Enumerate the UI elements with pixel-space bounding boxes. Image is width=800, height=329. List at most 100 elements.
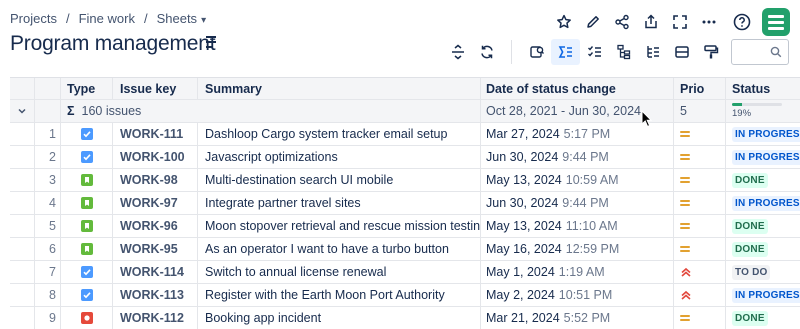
view-options-icon[interactable] <box>206 36 218 50</box>
column-header-issue-key[interactable]: Issue key <box>113 78 198 99</box>
sheet-toolbar <box>443 39 725 65</box>
issue-summary[interactable]: As an operator I want to have a turbo bu… <box>198 238 481 260</box>
column-header-type[interactable]: Type <box>61 78 113 99</box>
status-cell[interactable]: DONE <box>726 307 800 329</box>
issue-type-cell <box>61 192 113 214</box>
page-title: Program management <box>10 32 216 55</box>
table-row[interactable]: 6 WORK-95 As an operator I want to have a … <box>10 238 800 261</box>
sigma-icon: Σ <box>67 104 75 118</box>
priority-cell[interactable] <box>674 307 726 329</box>
priority-high-icon <box>681 267 691 277</box>
row-gutter <box>10 146 35 168</box>
more-icon[interactable] <box>694 10 723 34</box>
priority-cell[interactable] <box>674 215 726 237</box>
priority-cell[interactable] <box>674 261 726 283</box>
priority-cell[interactable] <box>674 238 726 260</box>
priority-medium-icon <box>680 198 690 208</box>
row-layout-icon[interactable] <box>667 39 696 65</box>
app-logo-icon[interactable] <box>762 8 790 36</box>
table-row[interactable]: 4 WORK-97 Integrate partner travel sites Ju… <box>10 192 800 215</box>
search-input[interactable] <box>736 43 766 61</box>
breadcrumb-projects[interactable]: Projects <box>10 11 57 26</box>
hierarchy-icon[interactable] <box>609 39 638 65</box>
status-date: May 2, 2024 <box>486 288 555 302</box>
table-row[interactable]: 8 WORK-113 Register with the Earth Moon Po… <box>10 284 800 307</box>
issue-summary[interactable]: Javascript optimizations <box>198 146 481 168</box>
status-change-date: Jun 30, 2024 9:44 PM <box>481 146 674 168</box>
issue-summary[interactable]: Switch to annual license renewal <box>198 261 481 283</box>
bug-type-icon <box>80 312 93 324</box>
issue-key-link[interactable]: WORK-95 <box>113 238 198 260</box>
issue-summary[interactable]: Multi-destination search UI mobile <box>198 169 481 191</box>
column-header-status-date[interactable]: Date of status change <box>481 78 674 99</box>
star-icon[interactable] <box>549 10 578 34</box>
row-number: 4 <box>35 192 61 214</box>
issue-summary[interactable]: Integrate partner travel sites <box>198 192 481 214</box>
priority-cell[interactable] <box>674 192 726 214</box>
sum-totals-icon[interactable] <box>551 39 580 65</box>
issue-key-link[interactable]: WORK-114 <box>113 261 198 283</box>
checklist-icon[interactable] <box>580 39 609 65</box>
edit-pencil-icon[interactable] <box>578 10 607 34</box>
help-icon[interactable] <box>727 10 756 34</box>
status-change-date: Jun 30, 2024 9:44 PM <box>481 192 674 214</box>
issue-summary[interactable]: Register with the Earth Moon Port Author… <box>198 284 481 306</box>
breadcrumb-fine-work[interactable]: Fine work <box>79 11 135 26</box>
status-cell[interactable]: IN PROGRESS <box>726 146 800 168</box>
table-row[interactable]: 5 WORK-96 Moon stopover retrieval and resc… <box>10 215 800 238</box>
priority-cell[interactable] <box>674 284 726 306</box>
status-cell[interactable]: IN PROGRESS <box>726 192 800 214</box>
export-icon[interactable] <box>636 10 665 34</box>
status-badge: DONE <box>732 241 768 257</box>
collapse-group-toggle[interactable] <box>10 100 35 122</box>
status-cell[interactable]: DONE <box>726 169 800 191</box>
priority-cell[interactable] <box>674 123 726 145</box>
issue-key-link[interactable]: WORK-111 <box>113 123 198 145</box>
status-time: 5:17 PM <box>563 127 611 141</box>
priority-cell[interactable] <box>674 169 726 191</box>
issue-summary[interactable]: Moon stopover retrieval and rescue missi… <box>198 215 481 237</box>
issue-key-link[interactable]: WORK-97 <box>113 192 198 214</box>
group-by-icon[interactable] <box>638 39 667 65</box>
progress-percent: 19% <box>732 108 752 119</box>
issue-key-link[interactable]: WORK-113 <box>113 284 198 306</box>
issue-key-link[interactable]: WORK-112 <box>113 307 198 329</box>
issue-key-link[interactable]: WORK-98 <box>113 169 198 191</box>
format-painter-icon[interactable] <box>696 39 725 65</box>
priority-medium-icon <box>680 244 690 254</box>
issues-table: Type Issue key Summary Date of status ch… <box>10 77 800 329</box>
filter-icon[interactable] <box>522 39 551 65</box>
fullscreen-icon[interactable] <box>665 10 694 34</box>
issue-summary[interactable]: Dashloop Cargo system tracker email setu… <box>198 123 481 145</box>
breadcrumb-sheets[interactable]: Sheets ▾ <box>157 11 207 26</box>
group-issue-count: 160 issues <box>81 104 142 118</box>
column-header-summary[interactable]: Summary <box>198 78 481 99</box>
status-badge: IN PROGRESS <box>732 287 800 303</box>
table-row[interactable]: 3 WORK-98 Multi-destination search UI mobi… <box>10 169 800 192</box>
table-row[interactable]: 2 WORK-100 Javascript optimizations Jun 30,… <box>10 146 800 169</box>
search-icon <box>770 46 782 58</box>
issue-key-link[interactable]: WORK-100 <box>113 146 198 168</box>
column-header-priority[interactable]: Prio <box>674 78 726 99</box>
row-gutter <box>10 215 35 237</box>
status-cell[interactable]: DONE <box>726 238 800 260</box>
search-field[interactable] <box>731 39 789 65</box>
issue-summary[interactable]: Booking app incident <box>198 307 481 329</box>
issue-key-link[interactable]: WORK-96 <box>113 215 198 237</box>
header-corner <box>10 78 35 99</box>
status-cell[interactable]: IN PROGRESS <box>726 123 800 145</box>
table-row[interactable]: 9 WORK-112 Booking app incident Mar 21, 202… <box>10 307 800 329</box>
table-row[interactable]: 7 WORK-114 Switch to annual license renewa… <box>10 261 800 284</box>
group-row-number <box>35 100 61 122</box>
row-height-icon[interactable] <box>443 39 472 65</box>
status-change-date: May 16, 2024 12:59 PM <box>481 238 674 260</box>
status-cell[interactable]: IN PROGRESS <box>726 284 800 306</box>
refresh-icon[interactable] <box>472 39 501 65</box>
status-cell[interactable]: TO DO <box>726 261 800 283</box>
priority-cell[interactable] <box>674 146 726 168</box>
table-row[interactable]: 1 WORK-111 Dashloop Cargo system tracker e… <box>10 123 800 146</box>
status-badge: IN PROGRESS <box>732 126 800 142</box>
share-icon[interactable] <box>607 10 636 34</box>
column-header-status[interactable]: Status <box>726 78 800 99</box>
status-cell[interactable]: DONE <box>726 215 800 237</box>
